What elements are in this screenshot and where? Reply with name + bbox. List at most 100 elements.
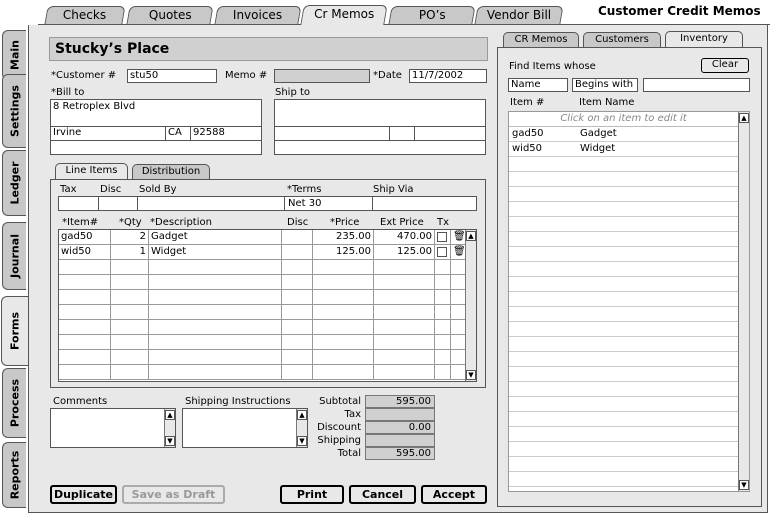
shipping-scroll-down-icon[interactable]: ▼: [297, 436, 307, 446]
scroll-down-icon[interactable]: ▼: [466, 370, 476, 380]
line-item-cell[interactable]: wid50: [59, 245, 111, 260]
line-tx-cell[interactable]: [435, 350, 451, 365]
line-ext-cell[interactable]: 125.00: [374, 245, 435, 260]
inventory-scroll-down-icon[interactable]: ▼: [739, 480, 749, 490]
list-item[interactable]: [509, 322, 738, 337]
line-item-cell[interactable]: [59, 365, 111, 380]
comments-field[interactable]: ▲ ▼: [50, 408, 176, 448]
line-del-cell[interactable]: 🗑: [451, 245, 466, 260]
list-item[interactable]: [509, 277, 738, 292]
customer-number-field[interactable]: stu50: [127, 69, 217, 83]
line-desc-cell[interactable]: [149, 305, 282, 320]
trash-icon[interactable]: 🗑: [453, 231, 465, 242]
find-field-select[interactable]: Name: [508, 78, 568, 92]
line-qty-cell[interactable]: [111, 320, 149, 335]
shipping-instructions-field[interactable]: ▲ ▼: [182, 408, 308, 448]
line-tx-cell[interactable]: [435, 335, 451, 350]
inventory-scroll-up-icon[interactable]: ▲: [739, 113, 749, 123]
list-item[interactable]: [509, 442, 738, 457]
line-ext-cell[interactable]: [374, 305, 435, 320]
table-row[interactable]: [59, 260, 466, 275]
list-item[interactable]: [509, 307, 738, 322]
list-item[interactable]: wid50 Widget: [509, 142, 738, 157]
table-row[interactable]: [59, 350, 466, 365]
side-tab-reports[interactable]: Reports: [2, 442, 26, 508]
line-item-cell[interactable]: [59, 290, 111, 305]
list-item[interactable]: [509, 412, 738, 427]
tab-invoices[interactable]: Invoices: [214, 6, 302, 24]
table-row[interactable]: wid50 1 Widget 125.00 125.00 🗑: [59, 245, 466, 260]
line-qty-cell[interactable]: [111, 365, 149, 380]
line-desc-cell[interactable]: Widget: [149, 245, 282, 260]
list-item[interactable]: [509, 217, 738, 232]
line-price-cell[interactable]: [313, 335, 374, 350]
table-row[interactable]: [59, 275, 466, 290]
cancel-button[interactable]: Cancel: [349, 485, 416, 504]
list-item[interactable]: [509, 472, 738, 487]
list-item[interactable]: [509, 172, 738, 187]
list-item[interactable]: gad50 Gadget: [509, 127, 738, 142]
line-disc-cell[interactable]: [282, 290, 313, 305]
date-field[interactable]: 11/7/2002: [409, 69, 487, 83]
line-price-cell[interactable]: [313, 350, 374, 365]
line-qty-cell[interactable]: [111, 335, 149, 350]
line-qty-cell[interactable]: [111, 275, 149, 290]
line-del-cell[interactable]: [451, 275, 466, 290]
line-item-cell[interactable]: [59, 335, 111, 350]
right-tab-inventory[interactable]: Inventory: [665, 31, 743, 48]
table-row[interactable]: [59, 335, 466, 350]
bill-to-box[interactable]: 8 Retroplex Blvd Irvine CA 92588: [50, 99, 262, 155]
line-ext-cell[interactable]: 470.00: [374, 230, 435, 245]
table-row[interactable]: gad50 2 Gadget 235.00 470.00 🗑: [59, 230, 466, 245]
list-item[interactable]: [509, 337, 738, 352]
line-item-cell[interactable]: [59, 275, 111, 290]
tab-cr-memos[interactable]: Cr Memos: [300, 5, 388, 25]
tab-vendor-bill[interactable]: Vendor Bill: [474, 6, 564, 24]
line-desc-cell[interactable]: [149, 275, 282, 290]
line-desc-cell[interactable]: [149, 350, 282, 365]
line-qty-cell[interactable]: 2: [111, 230, 149, 245]
line-del-cell[interactable]: [451, 290, 466, 305]
accept-button[interactable]: Accept: [421, 485, 487, 504]
line-del-cell[interactable]: [451, 335, 466, 350]
line-qty-cell[interactable]: [111, 305, 149, 320]
list-item[interactable]: [509, 262, 738, 277]
line-desc-cell[interactable]: [149, 365, 282, 380]
line-del-cell[interactable]: [451, 305, 466, 320]
line-item-cell[interactable]: gad50: [59, 230, 111, 245]
line-del-cell[interactable]: [451, 260, 466, 275]
line-disc-cell[interactable]: [282, 305, 313, 320]
trash-icon[interactable]: 🗑: [453, 246, 465, 257]
line-ext-cell[interactable]: [374, 320, 435, 335]
taxable-checkbox[interactable]: [437, 247, 447, 257]
list-item[interactable]: [509, 352, 738, 367]
line-disc-cell[interactable]: [282, 365, 313, 380]
line-price-cell[interactable]: [313, 305, 374, 320]
line-qty-cell[interactable]: [111, 350, 149, 365]
line-item-cell[interactable]: [59, 260, 111, 275]
tab-line-items[interactable]: Line Items: [55, 163, 128, 180]
tab-pos[interactable]: PO’s: [388, 6, 476, 24]
line-disc-cell[interactable]: [282, 275, 313, 290]
side-tab-main[interactable]: Main: [2, 30, 26, 80]
side-tab-settings[interactable]: Settings: [2, 74, 26, 148]
line-ext-cell[interactable]: [374, 350, 435, 365]
taxable-checkbox[interactable]: [437, 232, 447, 242]
list-item[interactable]: [509, 187, 738, 202]
line-price-cell[interactable]: [313, 260, 374, 275]
line-disc-cell[interactable]: [282, 335, 313, 350]
line-tx-cell[interactable]: [435, 245, 451, 260]
discount-value[interactable]: 0.00: [365, 421, 435, 434]
line-ext-cell[interactable]: [374, 290, 435, 305]
line-price-cell[interactable]: [313, 275, 374, 290]
line-item-cell[interactable]: [59, 305, 111, 320]
find-op-select[interactable]: Begins with: [572, 78, 638, 92]
line-tx-cell[interactable]: [435, 230, 451, 245]
line-price-cell[interactable]: [313, 365, 374, 380]
line-disc-cell[interactable]: [282, 260, 313, 275]
line-qty-cell[interactable]: 1: [111, 245, 149, 260]
line-tx-cell[interactable]: [435, 290, 451, 305]
side-tab-ledger[interactable]: Ledger: [2, 150, 26, 216]
clear-button[interactable]: Clear: [701, 58, 749, 73]
find-value-input[interactable]: [643, 78, 750, 92]
